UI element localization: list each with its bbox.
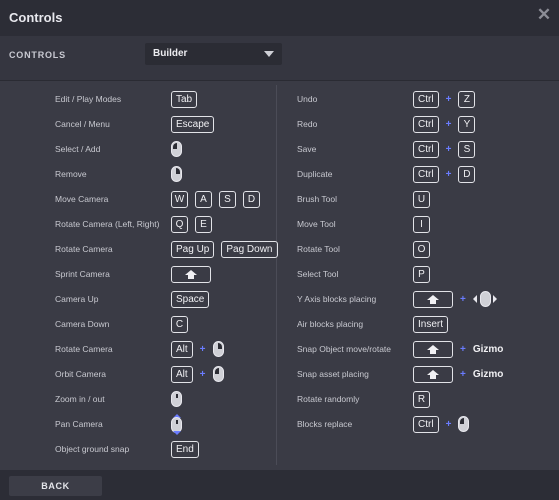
control-row: Rotate randomly R <box>0 389 559 409</box>
plus-sign: + <box>445 118 452 130</box>
key-combo: I <box>413 214 437 234</box>
key-cap: O <box>413 240 430 258</box>
control-row: Duplicate Ctrl + D <box>0 164 559 184</box>
control-label: Snap Object move/rotate <box>297 344 392 354</box>
key-combo: + Gizmo <box>413 339 503 359</box>
key-cap: D <box>458 165 476 183</box>
key-cap: S <box>458 140 476 158</box>
key-cap: Ctrl <box>413 90 439 108</box>
control-row: Object ground snap End <box>0 439 559 459</box>
arrow-left-icon <box>472 295 477 303</box>
control-row: Y Axis blocks placing + <box>0 289 559 309</box>
control-label: Move Tool <box>297 219 336 229</box>
shift-key-icon <box>413 340 453 358</box>
key-combo: End <box>171 439 206 459</box>
control-row: Brush Tool U <box>0 189 559 209</box>
mouse-move-horizontal-icon <box>472 290 497 308</box>
plus-sign: + <box>460 293 466 305</box>
key-combo: Ctrl + D <box>413 164 482 184</box>
shift-key-icon <box>413 365 453 383</box>
arrow-right-icon <box>492 295 497 303</box>
plus-sign: + <box>445 143 452 155</box>
shift-key-icon <box>413 290 453 308</box>
control-label: Snap asset placing <box>297 369 369 379</box>
key-cap: Ctrl <box>413 140 439 158</box>
back-button[interactable]: BACK <box>9 476 102 496</box>
control-row: Move Tool I <box>0 214 559 234</box>
key-combo: Ctrl + <box>413 414 470 434</box>
arrow-stem <box>430 349 436 354</box>
title-bar: Controls ✕ <box>0 0 559 36</box>
plus-sign: + <box>460 368 466 380</box>
key-combo: R <box>413 389 437 409</box>
key-cap: I <box>413 215 430 233</box>
control-label: Save <box>297 144 317 154</box>
control-label: Object ground snap <box>55 444 130 454</box>
control-row: Rotate Tool O <box>0 239 559 259</box>
control-label: Duplicate <box>297 169 333 179</box>
control-row: Air blocks placing Insert <box>0 314 559 334</box>
key-combo: P <box>413 264 437 284</box>
key-cap: P <box>413 265 430 283</box>
controls-mode-value: Builder <box>153 48 188 59</box>
control-row: Undo Ctrl + Z <box>0 89 559 109</box>
control-label: Blocks replace <box>297 419 353 429</box>
key-cap: Ctrl <box>413 165 439 183</box>
plus-sign: + <box>445 418 452 430</box>
key-combo: Ctrl + S <box>413 139 482 159</box>
control-row: Snap asset placing + Gizmo <box>0 364 559 384</box>
arrow-stem <box>430 299 436 304</box>
mouse-icon <box>479 291 491 307</box>
gizmo-label: Gizmo <box>472 368 504 380</box>
close-icon[interactable]: ✕ <box>536 6 552 23</box>
control-label: Select Tool <box>297 269 339 279</box>
controls-header: CONTROLS Builder <box>0 36 559 81</box>
plus-sign: + <box>460 343 466 355</box>
key-combo: + Gizmo <box>413 364 503 384</box>
key-combo: U <box>413 189 437 209</box>
control-label: Brush Tool <box>297 194 338 204</box>
key-combo: Ctrl + Y <box>413 114 482 134</box>
gizmo-label: Gizmo <box>472 343 504 355</box>
arrow-stem <box>430 374 436 379</box>
control-label: Rotate Tool <box>297 244 340 254</box>
left-click-icon <box>458 416 470 432</box>
key-cap: Z <box>458 90 476 108</box>
key-cap: R <box>413 390 430 408</box>
control-row: Redo Ctrl + Y <box>0 114 559 134</box>
control-label: Redo <box>297 119 318 129</box>
key-combo: Insert <box>413 314 455 334</box>
control-row: Select Tool P <box>0 264 559 284</box>
control-row: Snap Object move/rotate + Gizmo <box>0 339 559 359</box>
mouse-left-button <box>460 418 465 424</box>
key-combo: + <box>413 289 497 309</box>
controls-mode-select[interactable]: Builder <box>145 43 282 65</box>
key-cap: Ctrl <box>413 415 439 433</box>
control-label: Rotate randomly <box>297 394 360 404</box>
window-title: Controls <box>9 10 63 25</box>
control-label: Air blocks placing <box>297 319 364 329</box>
key-cap: U <box>413 190 430 208</box>
key-combo: Ctrl + Z <box>413 89 482 109</box>
control-label: Y Axis blocks placing <box>297 294 377 304</box>
control-row: Save Ctrl + S <box>0 139 559 159</box>
key-cap: Insert <box>413 315 449 333</box>
controls-label: CONTROLS <box>9 50 66 60</box>
key-cap: Y <box>458 115 476 133</box>
key-cap: End <box>171 440 199 458</box>
control-label: Undo <box>297 94 318 104</box>
key-cap: Ctrl <box>413 115 439 133</box>
key-combo: O <box>413 239 437 259</box>
chevron-down-icon <box>264 51 274 57</box>
control-row: Blocks replace Ctrl + <box>0 414 559 434</box>
plus-sign: + <box>445 93 452 105</box>
plus-sign: + <box>445 168 452 180</box>
footer-bar: BACK <box>0 470 559 500</box>
